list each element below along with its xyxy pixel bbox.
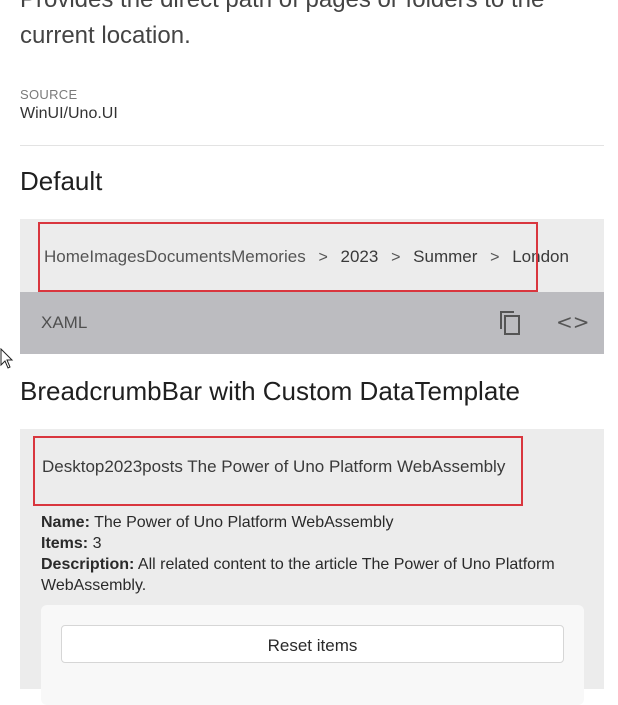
reset-items-button[interactable]: Reset items [61,625,564,663]
name-label: Name: [41,514,90,531]
source-label: SOURCE [20,87,78,102]
focus-highlight [33,436,523,506]
custom-template-card: Desktop2023posts The Power of Uno Platfo… [20,429,604,705]
name-value: The Power of Uno Platform WebAssembly [94,514,394,531]
section-title-custom: BreadcrumbBar with Custom DataTemplate [20,376,520,406]
description-label: Description: [41,556,135,573]
section-title-default: Default [20,166,103,196]
page-description: Provides the direct path of pages or fol… [20,0,544,49]
source-value: WinUI/Uno.UI [20,105,118,122]
default-example-card: HomeImagesDocumentsMemories > 2023 > Sum… [20,219,604,354]
item-details: Name: The Power of Uno Platform WebAssem… [41,512,561,596]
actions-panel: Reset items [41,605,584,705]
code-toolbar: XAML <> [20,292,604,354]
xaml-label: XAML [41,313,88,332]
items-value: 3 [92,535,102,552]
default-demo-area: HomeImagesDocumentsMemories > 2023 > Sum… [20,219,604,292]
items-label: Items: [41,535,89,552]
section-divider [20,145,604,146]
focus-highlight [38,222,538,292]
mouse-pointer-icon [0,347,14,370]
copy-icon[interactable] [495,307,527,339]
code-icon[interactable]: <> [556,310,590,338]
